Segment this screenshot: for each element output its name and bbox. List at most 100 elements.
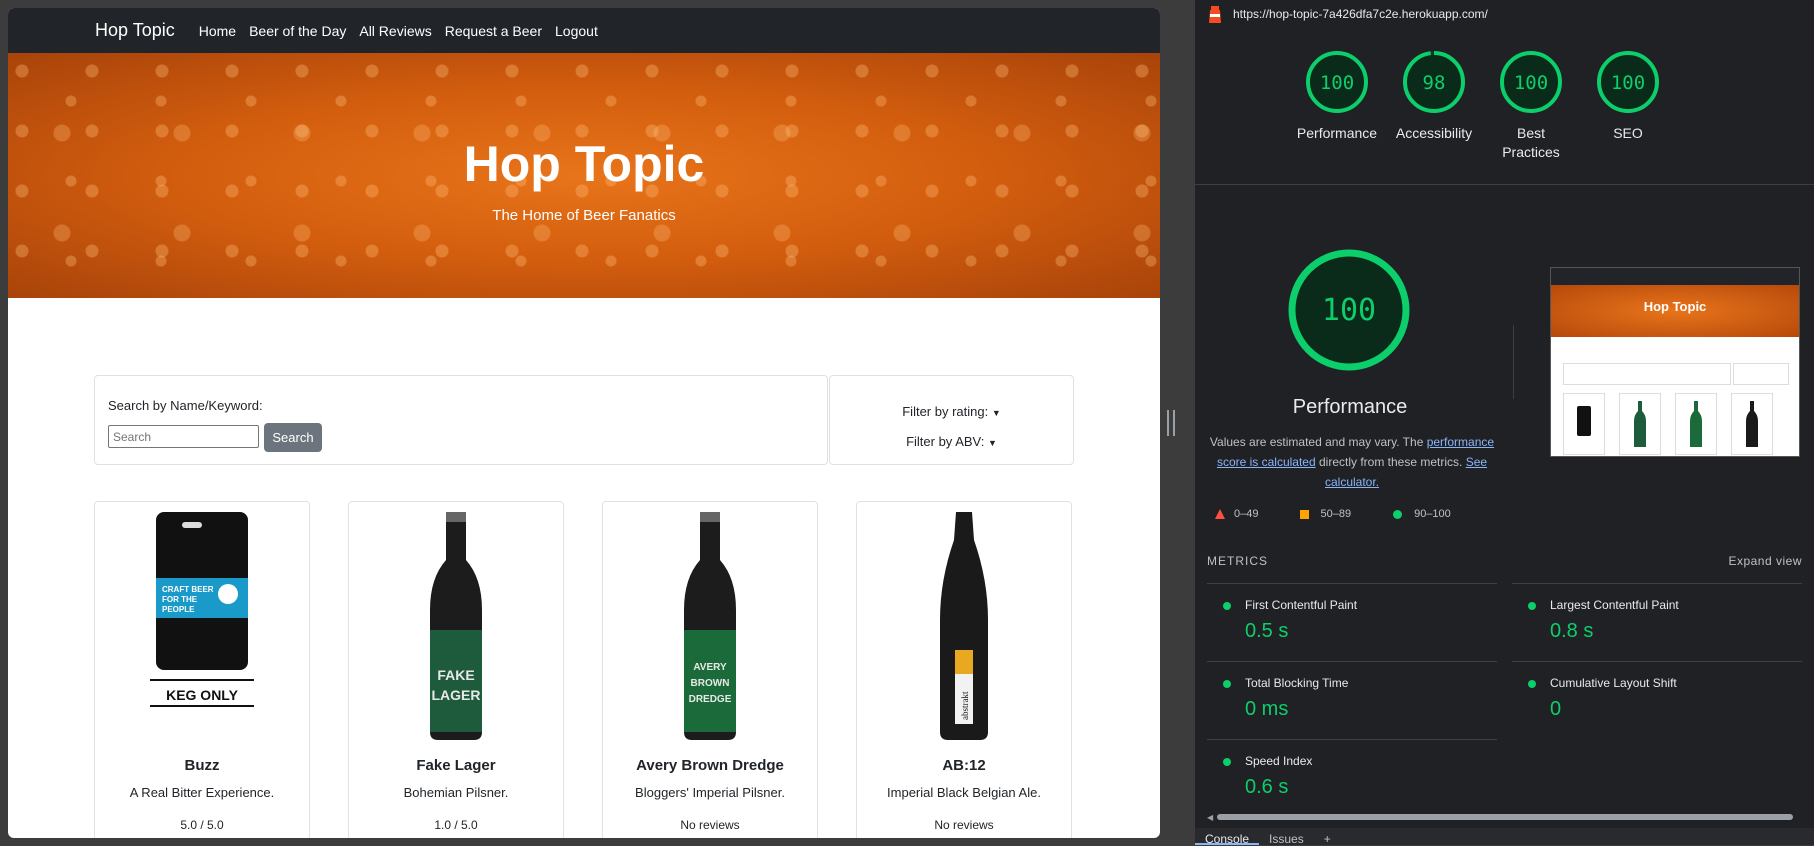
beer-card[interactable]: abstrakt AB:12 Imperial Black Belgian Al… xyxy=(856,501,1072,838)
svg-text:abstrakt: abstrakt xyxy=(960,691,970,720)
nav-beer-of-the-day[interactable]: Beer of the Day xyxy=(249,23,346,39)
filter-rating-dropdown[interactable]: Filter by rating: ▼ xyxy=(830,404,1073,419)
score-gauge-icon: 100 xyxy=(1306,51,1368,113)
metric-name: Largest Contentful Paint xyxy=(1550,598,1679,612)
search-button[interactable]: Search xyxy=(264,423,322,452)
metric-value: 0.8 s xyxy=(1550,620,1594,642)
report-url-bar: https://hop-topic-7a426dfa7c2e.herokuapp… xyxy=(1195,0,1814,28)
metric-total-blocking-time: Total Blocking Time 0 ms xyxy=(1207,661,1497,739)
pass-circle-icon xyxy=(1528,602,1536,610)
svg-text:100: 100 xyxy=(1514,72,1548,94)
beer-card[interactable]: FAKE LAGER Fake Lager Bohemian Pilsner. … xyxy=(348,501,564,838)
average-square-icon xyxy=(1300,509,1310,519)
svg-text:AVERY: AVERY xyxy=(693,662,727,673)
svg-text:FAKE: FAKE xyxy=(437,667,474,683)
divider xyxy=(1195,184,1814,185)
tab-console[interactable]: Console xyxy=(1195,828,1260,846)
pass-circle-icon xyxy=(1528,680,1536,688)
beer-name: Buzz xyxy=(184,757,220,774)
brand-link[interactable]: Hop Topic xyxy=(95,20,175,41)
nav-logout[interactable]: Logout xyxy=(555,23,598,39)
hero-title: Hop Topic xyxy=(463,136,705,192)
svg-text:98: 98 xyxy=(1423,72,1446,94)
metric-cumulative-layout-shift: Cumulative Layout Shift 0 xyxy=(1512,661,1802,739)
add-tab-icon[interactable]: + xyxy=(1314,828,1341,846)
keg-badge-text: CRAFT BEER xyxy=(162,585,214,594)
beer-name: Fake Lager xyxy=(416,757,496,774)
metric-value: 0 xyxy=(1550,698,1562,720)
svg-text:BROWN: BROWN xyxy=(691,678,730,689)
pass-circle-icon xyxy=(1223,758,1231,766)
beer-rating: 1.0 / 5.0 xyxy=(434,818,478,832)
gauge-seo[interactable]: 100 SEO xyxy=(1580,50,1676,143)
caret-down-icon: ▼ xyxy=(987,438,997,448)
pass-circle-icon xyxy=(1223,680,1231,688)
search-label: Search by Name/Keyword: xyxy=(108,398,263,413)
beer-description: A Real Bitter Experience. xyxy=(129,785,275,800)
fail-triangle-icon xyxy=(1215,509,1225,519)
beer-card[interactable]: CRAFT BEER FOR THE PEOPLE KEG ONLY Buzz … xyxy=(94,501,310,838)
metric-name: Total Blocking Time xyxy=(1245,676,1349,690)
svg-text:LAGER: LAGER xyxy=(432,687,481,703)
pass-circle-icon xyxy=(1223,602,1231,610)
nav-request-a-beer[interactable]: Request a Beer xyxy=(445,23,542,39)
gauge-performance[interactable]: 100 Performance xyxy=(1289,50,1385,143)
keg-only-label: KEG ONLY xyxy=(166,687,238,703)
navbar: Hop Topic Home Beer of the Day All Revie… xyxy=(8,8,1160,53)
resize-handle-icon[interactable] xyxy=(1167,410,1175,436)
scroll-left-icon[interactable]: ◀ xyxy=(1207,813,1213,822)
metric-speed-index: Speed Index 0.6 s xyxy=(1207,739,1497,809)
beer-description: Bloggers' Imperial Pilsner. xyxy=(635,785,785,800)
browser-page: Hop Topic Home Beer of the Day All Revie… xyxy=(8,8,1160,838)
score-gauge-icon: 100 xyxy=(1597,51,1659,113)
filter-rating-label: Filter by rating: xyxy=(902,404,989,419)
drawer-tabs: Console Issues + xyxy=(1195,828,1814,846)
metric-value: 0.5 s xyxy=(1245,620,1289,642)
gauge-label: Best Practices xyxy=(1502,125,1560,160)
caret-down-icon: ▼ xyxy=(991,408,1001,418)
metrics-header: METRICS xyxy=(1207,554,1268,568)
metric-value: 0 ms xyxy=(1245,698,1289,720)
beer-rating: No reviews xyxy=(934,818,994,832)
beer-card[interactable]: AVERY BROWN DREDGE Avery Brown Dredge Bl… xyxy=(602,501,818,838)
gauge-label: Performance xyxy=(1296,125,1378,141)
beer-name: AB:12 xyxy=(942,757,986,774)
filter-abv-label: Filter by ABV: xyxy=(906,434,985,449)
hero-subtitle: The Home of Beer Fanatics xyxy=(492,207,676,224)
nav-all-reviews[interactable]: All Reviews xyxy=(359,23,431,39)
horizontal-scrollbar[interactable]: ◀ xyxy=(1207,812,1807,822)
gauge-best-practices[interactable]: 100 Best Practices xyxy=(1483,50,1579,162)
search-input[interactable] xyxy=(108,425,259,448)
metric-largest-contentful-paint: Largest Contentful Paint 0.8 s xyxy=(1512,583,1802,661)
lighthouse-panel: https://hop-topic-7a426dfa7c2e.herokuapp… xyxy=(1195,0,1814,846)
svg-text:100: 100 xyxy=(1611,72,1645,94)
bottle-icon: abstrakt xyxy=(857,510,1071,742)
filter-abv-dropdown[interactable]: Filter by ABV: ▼ xyxy=(830,434,1073,449)
svg-text:DREDGE: DREDGE xyxy=(689,694,732,705)
bottle-icon: FAKE LAGER xyxy=(349,510,563,742)
hero-banner: Hop Topic The Home of Beer Fanatics xyxy=(8,53,1160,298)
beer-description: Bohemian Pilsner. xyxy=(403,785,509,800)
pass-circle-icon xyxy=(1393,509,1403,519)
expand-view-toggle[interactable]: Expand view xyxy=(1728,554,1802,568)
svg-text:100: 100 xyxy=(1322,293,1376,328)
metric-name: Cumulative Layout Shift xyxy=(1550,676,1677,690)
performance-score-gauge: 100 xyxy=(1288,249,1410,371)
lighthouse-icon xyxy=(1209,6,1221,23)
gauge-label: Accessibility xyxy=(1395,125,1473,141)
beer-rating: No reviews xyxy=(680,818,740,832)
gauge-label: SEO xyxy=(1613,125,1643,141)
divider xyxy=(1513,325,1514,399)
performance-title: Performance xyxy=(1292,396,1408,418)
svg-text:PEOPLE: PEOPLE xyxy=(162,605,195,614)
nav-home[interactable]: Home xyxy=(199,23,236,39)
scrollbar-thumb[interactable] xyxy=(1217,814,1793,820)
report-url[interactable]: https://hop-topic-7a426dfa7c2e.herokuapp… xyxy=(1233,7,1488,21)
gauge-accessibility[interactable]: 98 Accessibility xyxy=(1386,50,1482,143)
score-legend: 0–49 50–89 90–100 xyxy=(1215,508,1493,520)
bottle-icon: AVERY BROWN DREDGE xyxy=(603,510,817,742)
page-screenshot-thumbnail[interactable]: Hop Topic xyxy=(1550,267,1800,457)
tab-issues[interactable]: Issues xyxy=(1259,828,1314,846)
beer-name: Avery Brown Dredge xyxy=(636,757,784,774)
beer-description: Imperial Black Belgian Ale. xyxy=(887,785,1041,800)
